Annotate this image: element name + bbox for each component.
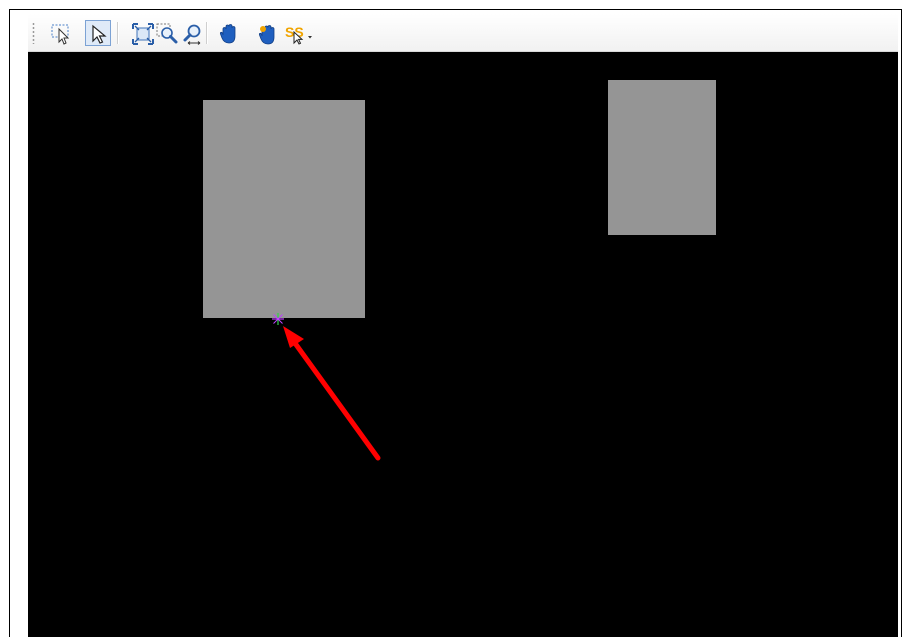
select-pointer-button[interactable] (85, 20, 111, 46)
toolbar-separator (206, 22, 208, 44)
red-annotation-arrow (283, 326, 381, 461)
zoom-window-button[interactable] (153, 20, 179, 46)
zoom-extents-icon (132, 23, 154, 45)
zoom-extents-button[interactable] (129, 20, 155, 46)
zoom-realtime-icon (183, 24, 201, 45)
drawing-canvas[interactable] (28, 52, 898, 637)
hand-pan-realtime-icon (258, 25, 275, 45)
snap-dropdown-button[interactable]: SS (281, 20, 315, 46)
toolbar: SS (28, 14, 898, 52)
toolbar-grip-icon[interactable] (32, 22, 35, 44)
pan-realtime-button[interactable] (253, 20, 279, 46)
zoom-window-icon (156, 23, 178, 44)
toolbar-separator (117, 22, 119, 44)
snap-dropdown-icon: SS (285, 24, 312, 45)
zoom-realtime-button[interactable] (179, 20, 205, 46)
hand-pan-icon (219, 24, 236, 44)
select-region-button[interactable] (48, 20, 74, 46)
pointer-arrow-icon (92, 24, 107, 44)
dashed-select-arrow-icon (51, 24, 70, 45)
pan-button[interactable] (215, 20, 241, 46)
